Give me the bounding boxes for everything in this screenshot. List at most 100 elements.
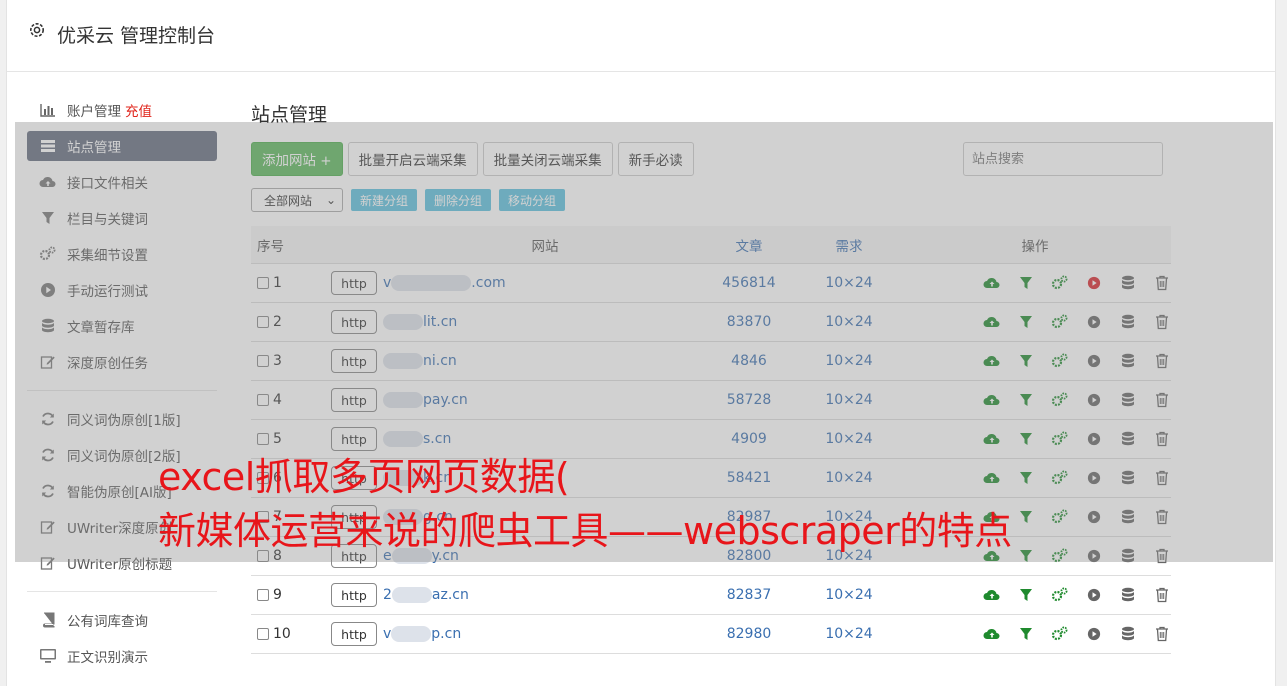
demand-link[interactable]: 10×24 (799, 275, 899, 291)
batch-open-button[interactable]: 批量开启云端采集 (347, 142, 478, 176)
gears-icon[interactable] (1051, 507, 1069, 527)
trash-icon[interactable] (1153, 390, 1171, 410)
gears-icon[interactable] (1051, 390, 1069, 410)
http-button[interactable]: http (331, 271, 377, 295)
filter-icon[interactable] (1017, 468, 1035, 488)
row-checkbox[interactable] (257, 628, 269, 640)
trash-icon[interactable] (1153, 312, 1171, 332)
gears-icon[interactable] (1051, 546, 1069, 566)
trash-icon[interactable] (1153, 273, 1171, 293)
article-count-link[interactable]: 58421 (699, 470, 799, 486)
cloud-upload-icon[interactable] (983, 312, 1001, 332)
cloud-upload-icon[interactable] (983, 429, 1001, 449)
http-button[interactable]: http (331, 583, 377, 607)
article-count-link[interactable]: 58728 (699, 392, 799, 408)
play-circle-icon[interactable] (1085, 429, 1103, 449)
trash-icon[interactable] (1153, 468, 1171, 488)
trash-icon[interactable] (1153, 546, 1171, 566)
row-checkbox[interactable] (257, 355, 269, 367)
demand-link[interactable]: 10×24 (799, 314, 899, 330)
new-group-button[interactable]: 新建分组 (351, 189, 418, 211)
trash-icon[interactable] (1153, 429, 1171, 449)
cloud-upload-icon[interactable] (983, 351, 1001, 371)
sidebar-item-a-4[interactable]: 采集细节设置 (27, 236, 217, 272)
site-domain-link[interactable]: lit.cn (383, 314, 457, 330)
demand-link[interactable]: 10×24 (799, 470, 899, 486)
site-search-input[interactable] (963, 142, 1163, 176)
http-button[interactable]: http (331, 622, 377, 646)
sidebar-item-a-1[interactable]: 站点管理 (27, 131, 217, 161)
filter-icon[interactable] (1017, 351, 1035, 371)
cloud-upload-icon[interactable] (983, 585, 1001, 605)
http-button[interactable]: http (331, 349, 377, 373)
cloud-upload-icon[interactable] (983, 468, 1001, 488)
site-domain-link[interactable]: ni.cn (383, 353, 457, 369)
article-count-link[interactable]: 82837 (699, 587, 799, 603)
article-count-link[interactable]: 4846 (699, 353, 799, 369)
http-button[interactable]: http (331, 310, 377, 334)
recharge-link[interactable]: 充值 (125, 100, 152, 120)
sidebar-item-a-2[interactable]: 接口文件相关 (27, 164, 217, 200)
filter-icon[interactable] (1017, 546, 1035, 566)
database-icon[interactable] (1119, 351, 1137, 371)
row-checkbox[interactable] (257, 277, 269, 289)
play-circle-icon[interactable] (1085, 507, 1103, 527)
database-icon[interactable] (1119, 390, 1137, 410)
filter-icon[interactable] (1017, 312, 1035, 332)
play-circle-icon[interactable] (1085, 351, 1103, 371)
row-checkbox[interactable] (257, 394, 269, 406)
gears-icon[interactable] (1051, 585, 1069, 605)
play-circle-icon[interactable] (1085, 312, 1103, 332)
site-domain-link[interactable]: 2 az.cn (383, 587, 469, 603)
database-icon[interactable] (1119, 468, 1137, 488)
article-count-link[interactable]: 83870 (699, 314, 799, 330)
sidebar-item-a-7[interactable]: 深度原创任务 (27, 344, 217, 380)
gears-icon[interactable] (1051, 351, 1069, 371)
row-checkbox[interactable] (257, 316, 269, 328)
sidebar-item-a-5[interactable]: 手动运行测试 (27, 272, 217, 308)
row-checkbox[interactable] (257, 589, 269, 601)
filter-icon[interactable] (1017, 507, 1035, 527)
cloud-upload-icon[interactable] (983, 390, 1001, 410)
site-domain-link[interactable]: pay.cn (383, 392, 468, 408)
play-circle-icon[interactable] (1085, 390, 1103, 410)
gears-icon[interactable] (1051, 468, 1069, 488)
trash-icon[interactable] (1153, 507, 1171, 527)
database-icon[interactable] (1119, 507, 1137, 527)
move-group-button[interactable]: 移动分组 (499, 189, 566, 211)
sidebar-item-a-3[interactable]: 栏目与关键词 (27, 200, 217, 236)
demand-link[interactable]: 10×24 (799, 626, 899, 642)
play-circle-icon[interactable] (1085, 624, 1103, 644)
sidebar-item-a-6[interactable]: 文章暂存库 (27, 308, 217, 344)
gears-icon[interactable] (1051, 429, 1069, 449)
group-select[interactable]: 全部网站 ⌄ (251, 188, 343, 212)
demand-link[interactable]: 10×24 (799, 431, 899, 447)
site-domain-link[interactable]: v p.cn (383, 626, 461, 642)
database-icon[interactable] (1119, 312, 1137, 332)
guide-button[interactable]: 新手必读 (617, 142, 694, 176)
trash-icon[interactable] (1153, 351, 1171, 371)
gears-icon[interactable] (1051, 273, 1069, 293)
filter-icon[interactable] (1017, 585, 1035, 605)
demand-link[interactable]: 10×24 (799, 353, 899, 369)
trash-icon[interactable] (1153, 624, 1171, 644)
article-count-link[interactable]: 456814 (699, 275, 799, 291)
site-domain-link[interactable]: v .com (383, 275, 506, 291)
filter-icon[interactable] (1017, 273, 1035, 293)
play-circle-icon[interactable] (1085, 468, 1103, 488)
sidebar-item-c-0[interactable]: 公有词库查询 (27, 602, 217, 638)
gears-icon[interactable] (1051, 624, 1069, 644)
site-domain-link[interactable]: s.cn (383, 431, 451, 447)
batch-close-button[interactable]: 批量关闭云端采集 (482, 142, 613, 176)
trash-icon[interactable] (1153, 585, 1171, 605)
add-site-button[interactable]: 添加网站 + (251, 142, 343, 176)
filter-icon[interactable] (1017, 429, 1035, 449)
article-count-link[interactable]: 82980 (699, 626, 799, 642)
demand-link[interactable]: 10×24 (799, 392, 899, 408)
cloud-upload-icon[interactable] (983, 273, 1001, 293)
database-icon[interactable] (1119, 624, 1137, 644)
row-checkbox[interactable] (257, 433, 269, 445)
play-circle-icon[interactable] (1085, 585, 1103, 605)
play-circle-icon[interactable] (1085, 546, 1103, 566)
database-icon[interactable] (1119, 546, 1137, 566)
